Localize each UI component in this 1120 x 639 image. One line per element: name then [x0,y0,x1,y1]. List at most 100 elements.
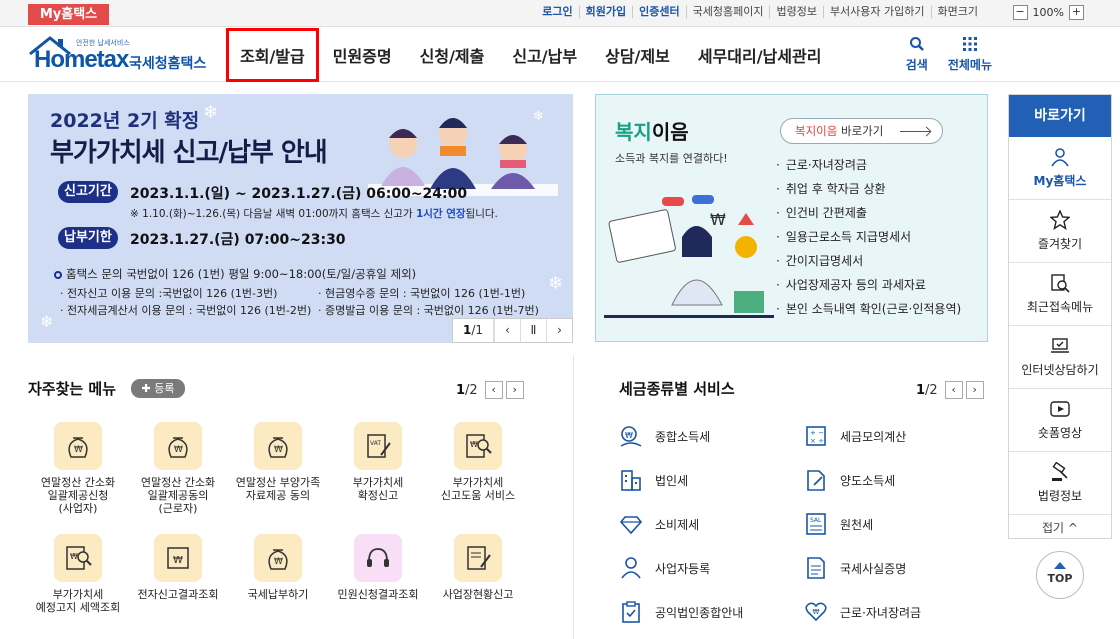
quick-links-title: 바로가기 [1009,95,1111,137]
nav-apply-submit[interactable]: 신청/제출 [406,28,499,82]
quick-short-video[interactable]: 숏폼영상 [1009,389,1111,452]
quick-online-consult[interactable]: 인터넷상담하기 [1009,326,1111,389]
quick-my-hometax[interactable]: My홈택스 [1009,137,1111,200]
welfare-link-banner[interactable]: 복지이음 소득과 복지를 연결하다! 복지이음 바로가기 ₩ 근로·자녀장려금 … [595,94,988,342]
svc-capital-gains-tax[interactable]: 양도소득세 [804,468,895,492]
banner-next-button[interactable]: › [546,319,572,342]
svg-text:₩: ₩ [625,431,633,440]
svg-text:₩: ₩ [274,445,283,455]
fav-business-status-report[interactable]: 사업장현황신고 [428,534,528,601]
search-button[interactable]: 검색 [906,36,928,73]
svc-tax-simulation[interactable]: + − × ÷ 세금모의계산 [804,424,906,448]
favorites-next-button[interactable]: › [505,381,524,399]
zoom-in-button[interactable]: + [1069,5,1084,20]
svc-global-income-tax[interactable]: ₩ 종합소득세 [619,424,710,448]
svc-tax-fact-certificate[interactable]: 국세사실증명 [804,556,906,580]
favorites-title: 자주찾는 메뉴 [28,380,117,398]
signup-link[interactable]: 회원가입 [578,6,632,18]
svg-text:SAL: SAL [810,517,822,524]
all-menu-button[interactable]: 전체메뉴 [948,36,992,73]
fav-dependent-data-consent[interactable]: ₩ 연말정산 부양가족 자료제공 동의 [228,422,328,502]
zoom-out-button[interactable]: − [1012,5,1028,20]
welfare-item[interactable]: 사업장제공자 등의 과세자료 [776,273,961,297]
svg-text:❄: ❄ [548,273,563,294]
nav-tax-agent[interactable]: 세무대리/납세관리 [684,28,836,82]
zoom-value: 100% [1032,6,1064,19]
arrow-right-icon [900,131,930,132]
welfare-item[interactable]: 인건비 간편제출 [776,201,961,225]
svg-text:₩: ₩ [274,557,283,567]
document-lines-icon [807,557,825,579]
register-favorite-button[interactable]: ✚ 등록 [131,379,185,398]
tax-services-prev-button[interactable]: ‹ [944,381,963,399]
money-bag-icon: ₩ [54,422,102,470]
svc-withholding-tax[interactable]: SAL 원천세 [804,512,873,536]
welfare-item[interactable]: 근로·자녀장려금 [776,153,961,177]
quick-law-info[interactable]: 법령정보 [1009,452,1111,515]
scroll-top-button[interactable]: TOP [1036,551,1084,599]
fav-vat-help-service[interactable]: ₩ 부가가치세 신고도움 서비스 [428,422,528,502]
grid-menu-icon [962,37,977,51]
cert-center-link[interactable]: 인증센터 [632,6,685,18]
quick-favorites[interactable]: 즐겨찾기 [1009,200,1111,263]
svc-public-interest-corp[interactable]: 공익법인종합안내 [619,600,743,624]
svg-text:+ −: + − [810,429,824,437]
nts-homepage-link[interactable]: 국세청홈페이지 [685,6,770,18]
report-period-text: 2023.1.1.(일) ~ 2023.1.27.(금) 06:00~24:00 [130,186,468,202]
svg-text:❄: ❄ [533,109,544,124]
report-period-badge: 신고기간 [58,181,118,203]
hometax-logo[interactable]: 안전한 납세서비스 Hometax 국세청홈택스 [28,34,208,76]
certificate-inquiry: · 증명발급 이용 문의 : 국번없이 126 (1번-7번) [318,304,539,317]
quick-recent-menu[interactable]: 최근접속메뉴 [1009,263,1111,326]
nav-report-pay[interactable]: 신고/납부 [498,28,591,82]
fav-year-end-bulk-apply[interactable]: ₩ 연말정산 간소화 일괄제공신청 (사업자) [28,422,128,515]
document-won-icon: ₩ [154,534,202,582]
svc-corporate-tax[interactable]: 법인세 [619,468,688,492]
svg-text:₩: ₩ [710,210,726,229]
my-hometax-button[interactable]: My홈택스 [28,4,109,25]
login-link[interactable]: 로그인 [536,6,578,18]
nav-civil-cert[interactable]: 민원증명 [319,28,406,82]
svg-text:₩: ₩ [70,552,78,561]
welfare-go-button[interactable]: 복지이음 바로가기 [780,118,943,144]
nav-inquiry-issue[interactable]: 조회/발급 [226,28,319,82]
main-header: 안전한 납세서비스 Hometax 국세청홈택스 조회/발급 민원증명 신청/제… [0,28,1120,82]
logo-wordmark: Hometax [34,46,129,73]
fav-vat-provisional-tax[interactable]: ₩ 부가가치세 예정고지 세액조회 [28,534,128,614]
dept-user-signup-link[interactable]: 부서사용자 가입하기 [822,6,931,18]
banner-counter: 1/1 [453,319,494,342]
welfare-item[interactable]: 본인 소득내역 확인(근로·인적용역) [776,297,961,321]
zoom-control: − 100% + [1012,5,1084,20]
logo-korean-name: 국세청홈택스 [129,56,207,72]
bullet-icon [54,271,62,279]
welfare-item[interactable]: 취업 후 학자금 상환 [776,177,961,201]
fav-year-end-bulk-consent[interactable]: ₩ 연말정산 간소화 일괄제공동의 (근로자) [128,422,228,515]
favorites-page-counter: 1/2 [456,382,478,398]
fav-vat-final-report[interactable]: VAT 부가가치세 확정신고 [328,422,428,502]
fav-e-filing-result[interactable]: ₩ 전자신고결과조회 [128,534,228,601]
banner-prev-button[interactable]: ‹ [494,319,520,342]
law-info-link[interactable]: 법령정보 [769,6,822,18]
tax-services-page-counter: 1/2 [916,382,938,398]
svc-earned-income-child-credit[interactable]: ₩ 근로·자녀장려금 [804,600,921,624]
welfare-item[interactable]: 일용근로소득 지급명세서 [776,225,961,249]
play-video-icon [1050,401,1070,417]
banner-pause-button[interactable]: Ⅱ [520,319,546,342]
svg-text:₩: ₩ [813,608,820,616]
welfare-item-list: 근로·자녀장려금 취업 후 학자금 상환 인건비 간편제출 일용근로소득 지급명… [776,153,961,321]
quick-links-panel: 바로가기 My홈택스 즐겨찾기 최근접속메뉴 인터넷상담하기 숏폼영상 법령정보… [1008,94,1112,539]
nav-consult-report[interactable]: 상담/제보 [591,28,684,82]
vat-notice-banner[interactable]: ❄ ❄ ❄ ❄ 2022년 2기 확정 부가가치세 신고/납부 안내 신고기간 … [28,94,573,343]
diamond-icon [619,516,643,535]
svc-business-registration[interactable]: 사업자등록 [619,556,710,580]
svc-consumption-tax[interactable]: 소비제세 [619,512,699,536]
fav-pay-national-tax[interactable]: ₩ 국세납부하기 [228,534,328,601]
welfare-item[interactable]: 간이지급명세서 [776,249,961,273]
fav-civil-request-result[interactable]: 민원신청결과조회 [328,534,428,601]
section-divider [573,355,574,639]
favorites-prev-button[interactable]: ‹ [484,381,503,399]
quick-links-collapse[interactable]: 접기 ^ [1009,515,1111,542]
favorites-pager: 1/2 ‹ › [456,381,524,399]
tax-services-next-button[interactable]: › [965,381,984,399]
headset-icon [354,534,402,582]
